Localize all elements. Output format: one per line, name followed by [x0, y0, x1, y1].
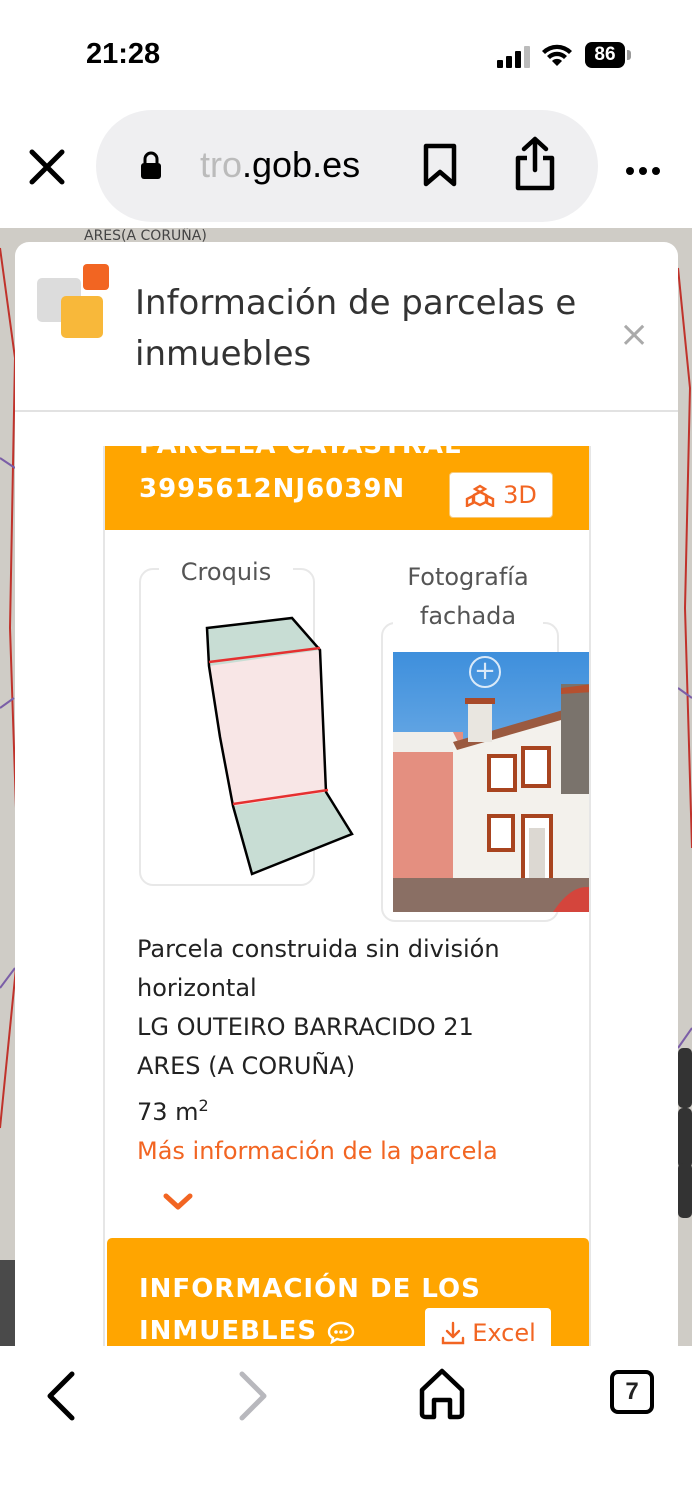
parcel-area-value: 73 m — [137, 1098, 199, 1126]
excel-download-button[interactable]: Excel — [425, 1308, 551, 1346]
view-3d-label: 3D — [503, 481, 537, 509]
parcel-details: Parcela construida sin división horizont… — [137, 930, 577, 1171]
zoom-photo-icon[interactable]: + — [469, 656, 501, 688]
forward-icon[interactable] — [232, 1370, 272, 1422]
parcel-city: ARES (A CORUÑA) — [137, 1052, 356, 1080]
parcel-header-bar: PARCELA CATASTRAL 3995612NJ6039N 3D — [105, 446, 589, 530]
lock-icon — [141, 151, 161, 179]
chevron-down-icon[interactable] — [163, 1192, 193, 1212]
catastro-logo — [37, 264, 111, 338]
clock: 21:28 — [86, 38, 161, 70]
more-options-icon[interactable] — [626, 160, 665, 179]
wifi-icon — [542, 44, 572, 66]
signal-icon — [497, 46, 531, 68]
excel-label: Excel — [472, 1319, 536, 1346]
panel-title: Información de parcelas e inmuebles — [135, 283, 577, 374]
share-icon[interactable] — [514, 136, 556, 192]
battery-icon: 86 — [585, 42, 625, 68]
tabs-button[interactable]: 7 — [610, 1370, 654, 1414]
view-3d-button[interactable]: 3D — [449, 472, 553, 518]
parcel-sketch[interactable] — [195, 606, 365, 876]
facade-photo[interactable]: + — [393, 652, 589, 912]
back-icon[interactable] — [42, 1370, 82, 1422]
panel-close-button[interactable]: × — [619, 314, 649, 355]
panel-content: PARCELA CATASTRAL 3995612NJ6039N 3D Croq… — [103, 446, 591, 1346]
facade-image — [393, 652, 589, 912]
home-icon[interactable] — [418, 1366, 466, 1420]
inmuebles-title-line1: INFORMACIÓN DE LOS — [139, 1274, 481, 1304]
inmuebles-header-bar: INFORMACIÓN DE LOS INMUEBLES Excel — [107, 1238, 589, 1346]
panel-header: Información de parcelas e inmuebles × — [15, 242, 678, 412]
browser-address-row: tro.gob.es — [0, 110, 692, 228]
address-bar[interactable]: tro.gob.es — [96, 110, 598, 222]
battery-tip — [627, 50, 631, 60]
status-bar: 21:28 86 — [0, 0, 692, 110]
more-info-link[interactable]: Más información de la parcela — [137, 1132, 577, 1171]
parcel-area-exponent: 2 — [198, 1096, 209, 1115]
parcel-reference: 3995612NJ6039N — [139, 474, 406, 504]
parcel-area: 73 m2 — [137, 1086, 577, 1132]
url-text[interactable]: tro.gob.es — [200, 144, 360, 186]
parcel-label: PARCELA CATASTRAL — [139, 446, 462, 460]
comment-icon[interactable] — [327, 1320, 355, 1345]
browser-toolbar: 7 — [0, 1346, 692, 1500]
tabs-count: 7 — [625, 1378, 639, 1405]
parcel-address: LG OUTEIRO BARRACIDO 21 — [137, 1013, 474, 1041]
parcel-info-panel: Información de parcelas e inmuebles × PA… — [15, 242, 678, 1346]
bookmark-icon[interactable] — [422, 142, 458, 188]
photo-label: Fotografía fachada — [393, 558, 543, 636]
download-icon — [442, 1321, 465, 1345]
close-tab-icon[interactable] — [26, 146, 68, 188]
croquis-label: Croquis — [159, 558, 293, 586]
parcel-type: Parcela construida sin división horizont… — [137, 935, 500, 1002]
cubes-icon — [465, 484, 495, 507]
